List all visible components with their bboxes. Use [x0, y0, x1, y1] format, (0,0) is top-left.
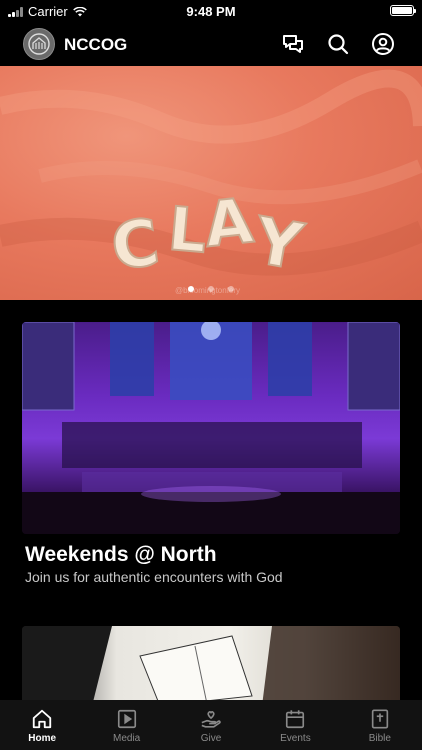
- tab-label: Bible: [368, 733, 391, 744]
- media-icon: [117, 709, 136, 729]
- calendar-icon: [286, 710, 305, 729]
- tab-give[interactable]: Give: [169, 700, 253, 750]
- clay-artwork: C L A Y: [0, 69, 422, 287]
- bible-icon: [371, 709, 388, 729]
- journal-scene: [22, 626, 400, 706]
- tab-label: Give: [200, 733, 222, 744]
- card-title[interactable]: Weekends @ North: [25, 543, 217, 567]
- carousel-dot[interactable]: [208, 286, 214, 292]
- app-title: NCCOG: [64, 35, 128, 54]
- give-icon: [201, 711, 221, 728]
- carousel-dot[interactable]: [228, 286, 234, 292]
- tab-label: Media: [112, 733, 141, 744]
- carousel-dots: [0, 286, 422, 292]
- status-time: 9:48 PM: [186, 4, 236, 19]
- chat-icon[interactable]: [281, 32, 305, 56]
- battery-icon: [390, 5, 416, 16]
- clay-letter-c: C: [107, 206, 164, 286]
- search-icon[interactable]: [326, 32, 350, 56]
- carousel-dot[interactable]: [188, 286, 194, 292]
- tab-label: Home: [28, 733, 57, 744]
- card-subtitle: Join us for authentic encounters with Go…: [25, 569, 283, 585]
- tab-home[interactable]: Home: [0, 700, 84, 750]
- tab-bar: Home Media Give Events Bible: [0, 700, 422, 750]
- profile-icon[interactable]: [371, 32, 395, 56]
- status-bar: Carrier 9:48 PM: [0, 0, 422, 22]
- clay-letter-a: A: [201, 184, 256, 262]
- worship-scene: [22, 322, 400, 534]
- church-emblem-icon: [28, 33, 50, 55]
- hero-banner[interactable]: C L A Y: [0, 66, 422, 300]
- second-card-image[interactable]: [22, 626, 400, 706]
- app-header: NCCOG: [0, 26, 422, 62]
- tab-media[interactable]: Media: [84, 700, 168, 750]
- church-logo[interactable]: [23, 28, 55, 60]
- home-icon: [33, 709, 52, 729]
- tab-bible[interactable]: Bible: [338, 700, 422, 750]
- tab-events[interactable]: Events: [253, 700, 337, 750]
- tab-label: Events: [280, 733, 311, 744]
- worship-service-image[interactable]: [22, 322, 400, 534]
